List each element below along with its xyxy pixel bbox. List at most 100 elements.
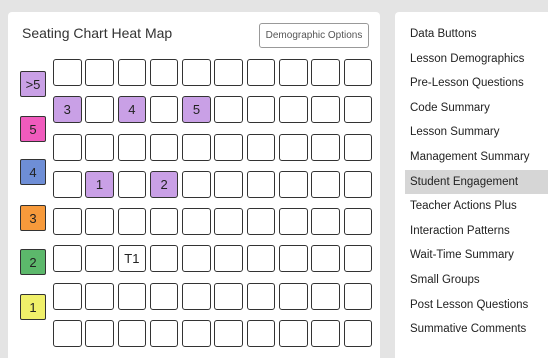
legend-level-5: 2: [20, 249, 46, 275]
panel-divider: [380, 12, 395, 358]
seat[interactable]: [85, 96, 114, 124]
seat[interactable]: [311, 59, 340, 86]
seat[interactable]: [182, 282, 211, 310]
seat[interactable]: [246, 59, 276, 86]
page-title: Seating Chart Heat Map: [22, 25, 173, 41]
seat[interactable]: [279, 208, 308, 236]
seat[interactable]: [214, 96, 243, 124]
seat[interactable]: [311, 96, 340, 124]
menu-item-lesson-summary[interactable]: Lesson Summary: [405, 120, 548, 145]
seat[interactable]: [311, 133, 340, 161]
seat[interactable]: T1: [117, 245, 147, 273]
seat[interactable]: [53, 320, 82, 348]
seat[interactable]: [246, 170, 276, 198]
seat[interactable]: [246, 208, 276, 236]
seat[interactable]: 5: [182, 96, 211, 124]
seat[interactable]: [214, 245, 243, 273]
seat[interactable]: [117, 59, 147, 86]
menu-item-interaction-patterns[interactable]: Interaction Patterns: [405, 219, 548, 244]
heat-map-panel: Seating Chart Heat Map Demographic Optio…: [8, 12, 380, 358]
seat[interactable]: [149, 208, 179, 236]
seat[interactable]: [182, 245, 211, 273]
seat[interactable]: [117, 170, 147, 198]
seat[interactable]: [85, 208, 114, 236]
seat[interactable]: [343, 170, 373, 198]
menu-item-teacher-actions-plus[interactable]: Teacher Actions Plus: [405, 194, 548, 219]
seat[interactable]: [85, 320, 114, 348]
seat[interactable]: [343, 245, 373, 273]
seat[interactable]: [85, 245, 114, 273]
seat[interactable]: [149, 133, 179, 161]
seat[interactable]: [214, 170, 243, 198]
seat[interactable]: [117, 208, 147, 236]
seat[interactable]: [311, 282, 340, 310]
menu-item-small-groups[interactable]: Small Groups: [405, 268, 548, 293]
seat[interactable]: [85, 282, 114, 310]
seat[interactable]: [53, 245, 82, 273]
seat[interactable]: [214, 282, 243, 310]
seat[interactable]: 3: [53, 96, 82, 124]
seat[interactable]: [117, 133, 147, 161]
seat[interactable]: [53, 170, 82, 198]
menu-item-student-engagement[interactable]: Student Engagement: [405, 169, 548, 195]
legend-level-4: 3: [20, 205, 46, 231]
seat[interactable]: [311, 170, 340, 198]
menu-item-management-summary[interactable]: Management Summary: [405, 145, 548, 170]
seat[interactable]: 2: [149, 170, 179, 198]
seat[interactable]: [53, 59, 82, 86]
legend-level-2: 5: [20, 116, 46, 142]
seat[interactable]: [182, 170, 211, 198]
seat[interactable]: [182, 320, 211, 348]
seat[interactable]: [214, 320, 243, 348]
seat[interactable]: [343, 133, 373, 161]
menu-item-post-lesson-questions[interactable]: Post Lesson Questions: [405, 293, 548, 318]
menu-item-summative-comments[interactable]: Summative Comments: [405, 317, 548, 342]
menu-item-code-summary[interactable]: Code Summary: [405, 96, 548, 121]
seat[interactable]: [53, 133, 82, 161]
seat[interactable]: [214, 59, 243, 86]
seat[interactable]: [149, 245, 179, 273]
seat[interactable]: [214, 133, 243, 161]
seat[interactable]: [279, 245, 308, 273]
seat[interactable]: [117, 282, 147, 310]
seat[interactable]: [246, 245, 276, 273]
seat[interactable]: [182, 133, 211, 161]
seat[interactable]: [117, 320, 147, 348]
seat[interactable]: [311, 320, 340, 348]
seat[interactable]: [246, 96, 276, 124]
seat[interactable]: [343, 208, 373, 236]
seat[interactable]: [279, 320, 308, 348]
seat[interactable]: [149, 320, 179, 348]
seat[interactable]: [246, 282, 276, 310]
seat[interactable]: [311, 245, 340, 273]
seat[interactable]: [85, 59, 114, 86]
seat[interactable]: [182, 208, 211, 236]
seat[interactable]: [279, 96, 308, 124]
seat[interactable]: [85, 133, 114, 161]
seat[interactable]: [246, 133, 276, 161]
menu-item-lesson-demographics[interactable]: Lesson Demographics: [405, 47, 548, 72]
menu-item-pre-lesson-questions[interactable]: Pre-Lesson Questions: [405, 71, 548, 96]
seat[interactable]: [343, 59, 373, 86]
seat[interactable]: [149, 96, 179, 124]
seat[interactable]: [214, 208, 243, 236]
seat[interactable]: [343, 320, 373, 348]
seat[interactable]: [279, 59, 308, 86]
demographic-options-button[interactable]: Demographic Options: [259, 23, 369, 48]
seat[interactable]: 1: [85, 170, 114, 198]
seat[interactable]: [279, 170, 308, 198]
menu-item-data-buttons[interactable]: Data Buttons: [405, 22, 548, 47]
seat[interactable]: [343, 96, 373, 124]
seat[interactable]: [311, 208, 340, 236]
seat[interactable]: [246, 320, 276, 348]
seat[interactable]: [343, 282, 373, 310]
seat[interactable]: [53, 282, 82, 310]
menu-item-wait-time-summary[interactable]: Wait-Time Summary: [405, 243, 548, 268]
seat[interactable]: 4: [117, 96, 147, 124]
seat[interactable]: [53, 208, 82, 236]
seat[interactable]: [182, 59, 211, 86]
seat[interactable]: [279, 282, 308, 310]
seat[interactable]: [149, 59, 179, 86]
seat[interactable]: [149, 282, 179, 310]
seat[interactable]: [279, 133, 308, 161]
